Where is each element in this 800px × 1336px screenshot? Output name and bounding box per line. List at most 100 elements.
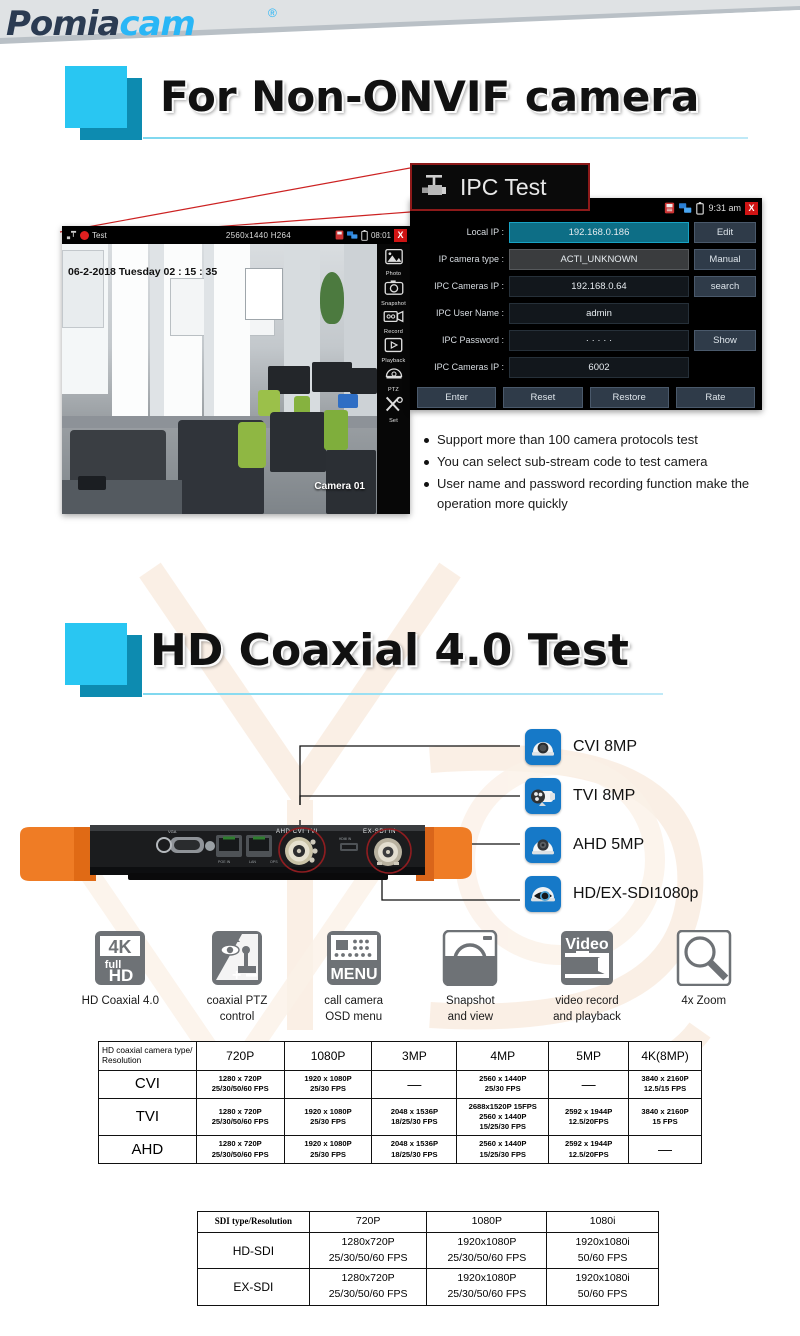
col-header-1080i: 1080i — [546, 1211, 659, 1233]
cell-exsdi-1080i: 1920x1080i 50/60 FPS — [546, 1268, 659, 1306]
ipc-form-row[interactable]: IPC Cameras IP : 192.168.0.64 search — [416, 274, 756, 298]
row-name-tvi: TVI — [98, 1097, 197, 1137]
ipc-form-row[interactable]: IPC User Name : admin — [416, 301, 756, 325]
ipc-form[interactable]: Local IP : 192.168.0.186 Edit IP camera … — [410, 218, 762, 379]
eye-camera-icon — [525, 875, 561, 912]
toolbar-label-record: Record — [384, 329, 403, 335]
brand-name-dark: Pomia — [6, 4, 120, 44]
feature-coaxial-ptz: + coaxial PTZ control — [179, 930, 296, 1025]
sdcard-icon — [665, 202, 675, 214]
ipc-status-time: 9:31 am — [708, 203, 741, 213]
cell-line-1: 1280 x 720P — [218, 1139, 262, 1149]
feature-caption: video record and playback — [553, 995, 621, 1023]
cell-line-1: 2048 x 1536P — [390, 1139, 439, 1149]
cell-line-1: 1280 x 720P — [218, 1106, 262, 1116]
field-value-ipc-user-name[interactable]: admin — [509, 302, 689, 324]
ptz-control-icon: + — [206, 930, 268, 988]
camera-name-label: Camera 01 — [314, 481, 365, 492]
svg-text:4K: 4K — [109, 937, 132, 957]
ipc-form-row[interactable]: IP camera type : ACTI_UNKNOWN Manual — [416, 247, 756, 271]
toolbar-label-ptz: PTZ — [388, 387, 399, 393]
snapshot-icon — [439, 929, 501, 988]
heading-rule-1 — [143, 137, 748, 139]
col-header-1080p: 1080P — [283, 1040, 373, 1072]
field-value-ipc-cameras-port[interactable]: 6002 — [509, 356, 689, 378]
heading-square-front — [65, 66, 127, 128]
bullet-dot-icon — [424, 482, 429, 488]
search-button[interactable]: search — [694, 275, 756, 297]
cell-line-3: 15/25/30 FPS — [479, 1122, 526, 1132]
show-button[interactable]: Show — [694, 329, 756, 351]
record-icon — [383, 310, 404, 323]
table-header-row: HD coaxial camera type/ Resolution 720P … — [98, 1040, 702, 1072]
hd-coaxial-resolution-table: HD coaxial camera type/ Resolution 720P … — [98, 1040, 702, 1164]
cell-line-2: 25/30/50/60 FPS — [328, 1288, 408, 1300]
osd-menu-icon: MENU — [323, 930, 385, 988]
camera-status-left-label: Test — [92, 230, 107, 240]
cell-tvi-720p: 1280 x 720P 25/30/50/60 FPS — [195, 1097, 285, 1137]
field-value-ipc-cameras-ip[interactable]: 192.168.0.64 — [509, 275, 689, 297]
enter-button[interactable]: Enter — [417, 387, 497, 408]
cell-tvi-4mp: 2688x1520P 15FPS 2560 x 1440P 15/25/30 FPS — [456, 1097, 550, 1137]
cell-cvi-4mp: 2560 x 1440P 25/30 FPS — [456, 1070, 550, 1099]
feature-4x-zoom: 4x Zoom — [645, 929, 762, 1025]
cell-ahd-3mp: 2048 x 1536P 18/25/30 FPS — [371, 1135, 458, 1164]
callout-label: TVI 8MP — [573, 786, 636, 804]
toolbar-item-ptz[interactable]: PTZ — [377, 366, 410, 393]
feature-bullet-list: Support more than 100 camera protocols t… — [424, 430, 784, 517]
cell-cvi-720p: 1280 x 720P 25/30/50/60 FPS — [195, 1070, 285, 1099]
field-value-local-ip[interactable]: 192.168.0.186 — [509, 221, 689, 243]
cell-cvi-4k: 3840 x 2160P 12.5/15 FPS — [628, 1070, 702, 1099]
table-header-row: SDI type/Resolution 720P 1080P 1080i — [197, 1211, 659, 1233]
field-value-ipc-password[interactable]: · · · · · — [509, 329, 689, 351]
camera-status-time: 08:01 — [370, 230, 391, 240]
cell-ahd-720p: 1280 x 720P 25/30/50/60 FPS — [195, 1135, 285, 1164]
camera-toolbar[interactable]: Photo Snapshot Record Playback PTZ Set — [377, 244, 410, 514]
ipc-form-row[interactable]: Local IP : 192.168.0.186 Edit — [416, 220, 756, 244]
restore-button[interactable]: Restore — [589, 387, 669, 408]
manual-button[interactable]: Manual — [694, 248, 756, 270]
brand-name-light: cam — [119, 4, 196, 44]
ipc-footer-buttons[interactable]: Enter Reset Restore Rate — [410, 382, 762, 408]
field-label-ipc-user-name: IPC User Name : — [435, 308, 504, 318]
col-header-4k: 4K(8MP) — [628, 1040, 702, 1072]
toolbar-item-photo[interactable]: Photo — [377, 248, 410, 277]
toolbar-item-set[interactable]: Set — [377, 395, 410, 424]
toolbar-item-playback[interactable]: Playback — [377, 337, 410, 364]
callout-ahd: AHD 5MP — [525, 820, 795, 869]
field-value-ip-camera-type[interactable]: ACTI_UNKNOWN — [509, 248, 689, 270]
cell-exsdi-720p: 1280x720P 25/30/50/60 FPS — [308, 1268, 428, 1306]
close-icon[interactable]: X — [745, 201, 758, 215]
network-icon — [346, 231, 358, 239]
ipc-test-panel[interactable]: 9:31 am X Local IP : 192.168.0.186 Edit … — [410, 198, 762, 410]
cell-line-2: 15 FPS — [652, 1117, 678, 1127]
page-title-2: HD Coaxial 4.0 Test — [150, 625, 629, 676]
cell-line-1: 1920 x 1080P — [304, 1106, 352, 1116]
ipc-form-row[interactable]: IPC Cameras IP : 6002 — [416, 355, 756, 379]
svg-text:POE IN: POE IN — [218, 860, 231, 864]
toolbar-item-snapshot[interactable]: Snapshot — [377, 279, 410, 307]
cell-line-2: 15/25/30 FPS — [479, 1149, 526, 1159]
field-label-ipc-cameras-port: IPC Cameras IP : — [434, 362, 504, 372]
ipc-test-badge: IPC Test — [410, 163, 590, 211]
rate-button[interactable]: Rate — [675, 387, 755, 408]
ipc-form-row[interactable]: IPC Password : · · · · · Show — [416, 328, 756, 352]
cell-line-2: 12.5/20FPS — [568, 1117, 609, 1127]
page-title-1: For Non-ONVIF camera — [160, 72, 700, 121]
cell-ahd-5mp: 2592 x 1944P 12.5/20FPS — [548, 1135, 630, 1164]
registered-mark: ® — [268, 6, 277, 20]
close-icon[interactable]: X — [394, 228, 407, 242]
cell-line-1: 1920x1080i — [575, 1235, 630, 1248]
cell-line-1: 2048 x 1536P — [390, 1106, 439, 1116]
callout-hd-ex-sdi: HD/EX-SDI1080p — [525, 869, 795, 918]
4k-full-hd-icon: 4K full HD — [89, 930, 151, 988]
battery-icon — [361, 229, 368, 241]
cell-line-1: 1280 x 720P — [218, 1074, 262, 1084]
camera-live-view-screen[interactable]: Test 2560x1440 H264 08:01 X 06-2-2018 Tu… — [62, 226, 410, 514]
playback-icon — [384, 337, 403, 353]
cell-line-2: 25/30/50/60 FPS — [328, 1251, 408, 1264]
feature-icon-row: 4K full HD HD Coaxial 4.0 + coaxial PTZ … — [62, 929, 762, 1025]
edit-button[interactable]: Edit — [694, 221, 756, 243]
reset-button[interactable]: Reset — [503, 387, 583, 408]
toolbar-item-record[interactable]: Record — [377, 309, 410, 335]
